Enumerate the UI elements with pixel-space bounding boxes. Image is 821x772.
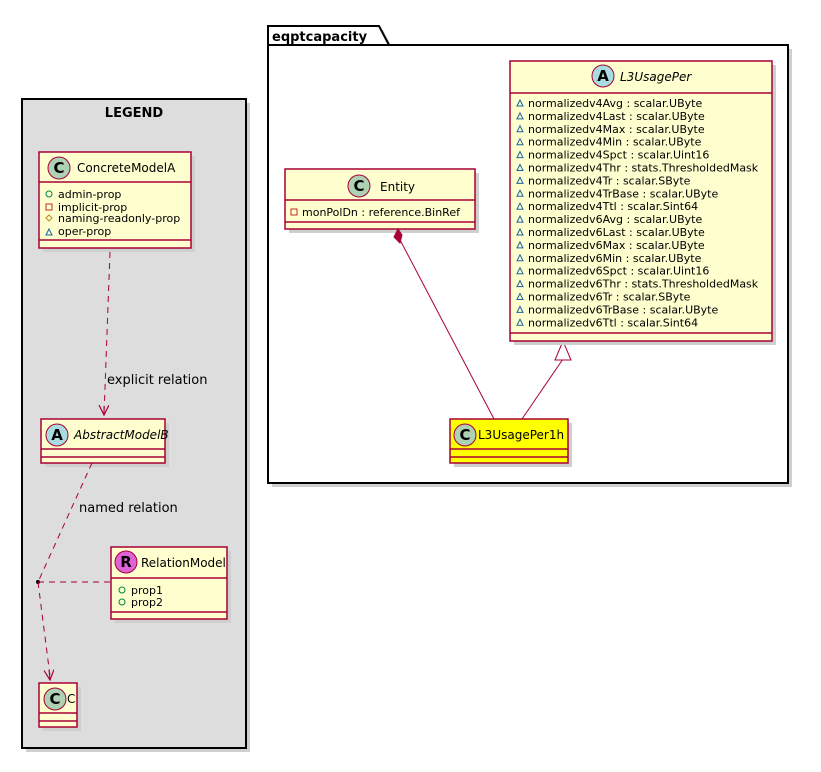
- l3usageper-prop: normalizedv4Last : scalar.UByte: [528, 110, 705, 123]
- entity-name: Entity: [380, 180, 415, 194]
- l3usageper-prop: normalizedv4Ttl : scalar.Sint64: [528, 200, 698, 213]
- class-c: C C: [38, 682, 81, 731]
- relation-prop: prop2: [131, 596, 163, 609]
- uml-diagram: LEGEND C ConcreteModelA admin-prop impli…: [21, 25, 792, 752]
- abstract-model-b-class: A AbstractModelB: [40, 418, 169, 467]
- l3usageper-prop: normalizedv6Thr : stats.ThresholdedMask: [528, 278, 759, 291]
- l3usageper-prop: normalizedv6Ttl : scalar.Sint64: [528, 316, 698, 329]
- l3usageper-prop: normalizedv4Thr : stats.ThresholdedMask: [528, 162, 759, 175]
- l3usageper-prop: normalizedv6TrBase : scalar.UByte: [528, 303, 718, 316]
- legend-prop: admin-prop: [58, 188, 121, 201]
- relation-model-name: RelationModel: [141, 556, 226, 570]
- l3usageper-class: A L3UsagePer normalizedv4Avg : scalar.UB…: [509, 60, 776, 345]
- l3usageper-prop: normalizedv6Spct : scalar.Uint16: [528, 265, 709, 278]
- entity-class: C Entity monPolDn : reference.BinRef: [284, 168, 479, 233]
- abstract-model-b-name: AbstractModelB: [73, 428, 169, 442]
- relation-model-class: R RelationModel prop1 prop2: [110, 546, 231, 623]
- package-title: eqptcapacity: [272, 30, 368, 45]
- legend-prop: oper-prop: [58, 225, 111, 238]
- l3usageper1h-badge-letter: C: [459, 426, 470, 444]
- l3usageper1h-class: C L3UsagePer1h: [449, 418, 572, 467]
- legend-title: LEGEND: [105, 106, 164, 121]
- legend-prop: naming-readonly-prop: [58, 212, 180, 225]
- l3usageper-prop: normalizedv4Max : scalar.UByte: [528, 123, 705, 136]
- entity-badge-letter: C: [353, 177, 364, 195]
- l3usageper-prop: normalizedv6Avg : scalar.UByte: [528, 213, 702, 226]
- l3usageper-prop: normalizedv6Tr : scalar.SByte: [528, 291, 691, 304]
- concrete-model-a-name: ConcreteModelA: [77, 161, 176, 175]
- abstract-badge-letter: A: [51, 426, 63, 444]
- class-c-badge-letter: C: [49, 690, 60, 708]
- l3usageper-prop: normalizedv6Min : scalar.UByte: [528, 252, 702, 265]
- l3usageper-prop: normalizedv4Tr : scalar.SByte: [528, 174, 691, 187]
- relation-badge-letter: R: [120, 553, 132, 571]
- entity-prop: monPolDn : reference.BinRef: [302, 206, 461, 219]
- l3usageper-badge-letter: A: [597, 67, 609, 85]
- l3usageper-prop: normalizedv4Avg : scalar.UByte: [528, 97, 702, 110]
- l3usageper-prop: normalizedv6Last : scalar.UByte: [528, 226, 705, 239]
- l3usageper-prop: normalizedv4Min : scalar.UByte: [528, 136, 702, 149]
- named-relation-label: named relation: [79, 501, 178, 516]
- l3usageper-name: L3UsagePer: [620, 70, 692, 84]
- l3usageper-prop: normalizedv4Spct : scalar.Uint16: [528, 149, 709, 162]
- concrete-model-a-class: C ConcreteModelA admin-prop implicit-pro…: [38, 151, 195, 252]
- l3usageper1h-name: L3UsagePer1h: [478, 428, 564, 442]
- l3usageper-prop: normalizedv6Max : scalar.UByte: [528, 239, 705, 252]
- explicit-relation-label: explicit relation: [107, 373, 207, 388]
- class-badge-letter: C: [53, 159, 64, 177]
- l3usageper-prop: normalizedv4TrBase : scalar.UByte: [528, 187, 718, 200]
- class-c-name: C: [67, 692, 75, 706]
